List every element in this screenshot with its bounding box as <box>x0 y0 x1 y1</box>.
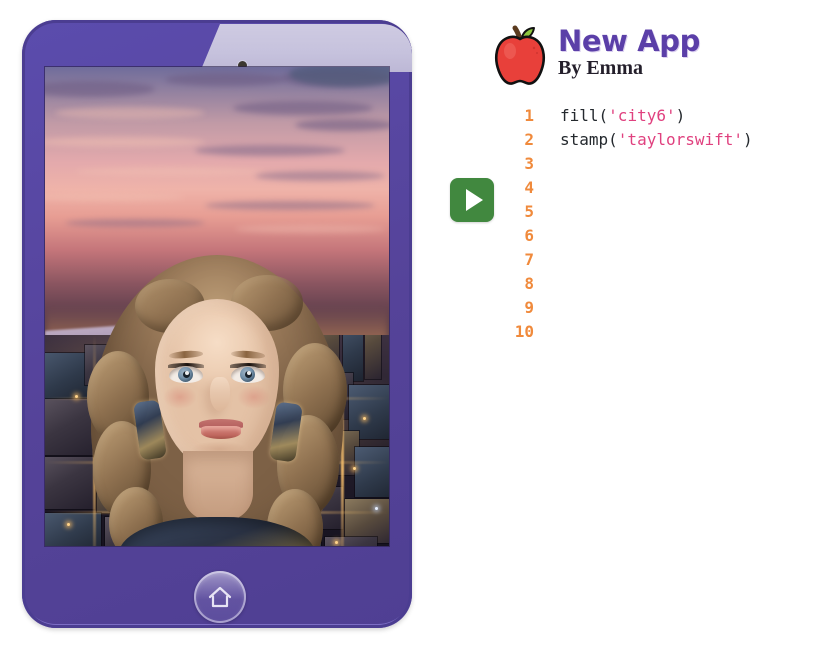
editor-code-line[interactable] <box>560 320 753 344</box>
app-author: By Emma <box>558 57 643 80</box>
editor-line-number: 9 <box>524 298 534 317</box>
app-title-block: New App By Emma <box>558 22 700 80</box>
editor-code-line[interactable]: stamp('taylorswift') <box>560 128 753 152</box>
code-token-fn: fill( <box>560 106 609 125</box>
play-icon <box>465 189 483 211</box>
stamped-image-taylorswift <box>87 255 347 546</box>
editor-code-line[interactable]: fill('city6') <box>560 104 753 128</box>
run-button[interactable] <box>450 178 494 222</box>
editor-code-line[interactable] <box>560 200 753 224</box>
tablet-screen[interactable] <box>45 67 389 546</box>
editor-code-line[interactable] <box>560 272 753 296</box>
editor-line-number: 5 <box>524 202 534 221</box>
home-icon <box>208 586 232 608</box>
editor-gutter: 1 2 3 4 5 6 7 8 9 10 <box>500 104 538 344</box>
bezel-highlight <box>200 24 412 72</box>
editor-line-number: 3 <box>524 154 534 173</box>
code-token-str: 'taylorswift' <box>617 130 744 149</box>
home-button[interactable] <box>194 571 246 623</box>
code-token-str: 'city6' <box>608 106 676 125</box>
app-panel: New App By Emma 1 2 3 4 5 6 7 8 9 10 fill('city6'… <box>440 0 824 656</box>
editor-line-number: 4 <box>524 178 534 197</box>
editor-code-area[interactable]: fill('city6') stamp('taylorswift') <box>538 104 753 344</box>
app-title: New App <box>558 24 700 58</box>
tablet-device <box>22 20 412 628</box>
editor-line-number: 10 <box>514 322 534 341</box>
portrait-neck <box>183 451 253 521</box>
portrait-nose <box>210 377 230 411</box>
editor-code-line[interactable] <box>560 152 753 176</box>
editor-code-line[interactable] <box>560 296 753 320</box>
portrait-lips <box>199 419 243 439</box>
editor-line-number: 8 <box>524 274 534 293</box>
code-token-punc: ) <box>743 130 753 149</box>
editor-line-number: 6 <box>524 226 534 245</box>
code-token-punc: ) <box>675 106 686 125</box>
editor-line-number: 1 <box>524 106 534 125</box>
editor-code-line[interactable] <box>560 248 753 272</box>
code-editor[interactable]: 1 2 3 4 5 6 7 8 9 10 fill('city6') stamp('taylorsw… <box>500 104 753 344</box>
code-token-fn: stamp( <box>560 130 618 149</box>
editor-line-number: 7 <box>524 250 534 269</box>
app-header: New App By Emma <box>492 22 700 86</box>
apple-icon <box>495 25 545 85</box>
editor-code-line[interactable] <box>560 224 753 248</box>
editor-code-line[interactable] <box>560 176 753 200</box>
editor-line-number: 2 <box>524 130 534 149</box>
